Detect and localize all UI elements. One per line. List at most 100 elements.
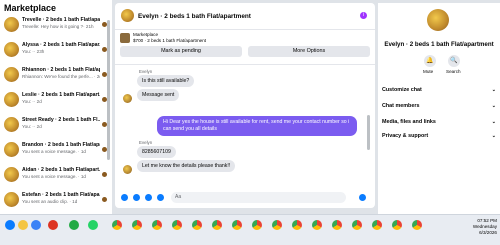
conversation-name: Aidan · 2 beds 1 bath Flat/apart... [22,167,100,173]
chrome-icon[interactable] [192,220,202,230]
listing-price: $700 · 2 beds 1 bath Flat/apartment [133,38,207,43]
message-input[interactable]: Aa [171,192,346,203]
chrome-icon[interactable] [132,220,142,230]
taskbar: 07:52 PM Wednesday 6/3/2026 [0,214,500,245]
section-media-files-links[interactable]: Media, files and links ⌄ [382,119,496,125]
chrome-icon[interactable] [172,220,182,230]
mark-as-pending-button[interactable]: Mark as pending [120,46,242,57]
chrome-icon[interactable] [232,220,242,230]
conversation-name: Street Ready · 2 beds 1 bath Fl... [22,117,100,123]
avatar [4,42,19,57]
listing-thumbnail[interactable] [120,33,130,43]
clock-date: 6/3/2026 [479,230,497,235]
avatar [4,67,19,82]
sender-name: Evelyn [139,69,153,74]
search-icon[interactable]: 🔍 [448,55,460,67]
conversation-item[interactable]: Leslie · 2 beds 1 bath Flat/apart... You:… [2,91,108,113]
incoming-message: Message sent [137,89,180,101]
conversation-preview: Rhiannon: We've found the perfe... · 2d [22,74,100,79]
chrome-icon[interactable] [372,220,382,230]
conversation-item[interactable]: Brandon · 2 beds 1 bath Flat/apar... You … [2,141,108,163]
more-options-button[interactable]: More Options [248,46,370,57]
listing-source: Marketplace [133,32,159,37]
conversation-preview: You: ·· 2d [22,124,42,129]
avatar [4,117,19,132]
conversation-preview: You sent a voice message. · 1d [22,149,86,154]
conversation-name: Trevelle · 2 beds 1 bath Flat/apar... [22,17,100,23]
thumbs-up-icon[interactable] [359,194,366,201]
chrome-icon[interactable] [312,220,322,230]
avatar [4,17,19,32]
conversation-preview: You sent a voice message. · 1d [22,174,86,179]
file-explorer-icon[interactable] [18,220,28,230]
chrome-icon[interactable] [392,220,402,230]
avatar [4,167,19,182]
info-icon[interactable]: i [360,12,367,19]
bell-icon[interactable]: 🔔 [424,55,436,67]
chat-scrollbar[interactable] [367,115,370,150]
marketplace-title: Marketplace [4,3,57,13]
whatsapp-icon[interactable] [88,220,98,230]
chrome-icon[interactable] [212,220,222,230]
chrome-icon[interactable] [292,220,302,230]
conversation-item[interactable]: Alyssa · 2 beds 1 bath Flat/apar... You: … [2,41,108,63]
incoming-message: Let me know the details please thank!! [137,160,236,172]
chrome-icon[interactable] [352,220,362,230]
conversation-item[interactable]: Trevelle · 2 beds 1 bath Flat/apar... Tre… [2,16,108,38]
chevron-down-icon: ⌄ [491,103,496,109]
system-tray[interactable]: 07:52 PM Wednesday 6/3/2026 [473,218,497,236]
incoming-message: Is this still available? [137,75,195,87]
marketplace-sidebar: Marketplace Trevelle · 2 beds 1 bath Fla… [0,0,112,214]
plus-icon[interactable] [121,194,128,201]
read-receipt-avatar [102,197,107,202]
conversation-name: Leslie · 2 beds 1 bath Flat/apart... [22,92,100,98]
section-label: Privacy & support [382,133,429,139]
chrome-icon[interactable] [412,220,422,230]
conversation-item[interactable]: Street Ready · 2 beds 1 bath Fl... You: ·… [2,116,108,138]
chrome-icon[interactable] [252,220,262,230]
chat-header: Evelyn · 2 beds 1 bath Flat/apartment i [115,3,375,30]
chrome-icon[interactable] [112,220,122,230]
section-label: Media, files and links [382,119,436,125]
conversation-item[interactable]: Aidan · 2 beds 1 bath Flat/apart... You s… [2,166,108,188]
conversation-item[interactable]: Rhiannon · 2 beds 1 bath Flat/apar...Rhi… [2,66,108,88]
chevron-down-icon: ⌄ [491,119,496,125]
chat-panel: Evelyn · 2 beds 1 bath Flat/apartment i … [115,3,375,208]
read-receipt-avatar [102,172,107,177]
avatar [123,165,132,174]
app-icon[interactable] [48,220,58,230]
sticker-icon[interactable] [157,194,164,201]
app-icon[interactable] [69,220,79,230]
image-icon[interactable] [145,194,152,201]
avatar [4,192,19,207]
message-composer: Aa [115,189,375,208]
chevron-down-icon: ⌄ [491,87,496,93]
avatar [123,94,132,103]
conversation-name: Alyssa · 2 beds 1 bath Flat/apar... [22,42,100,48]
search-label: Search [446,69,461,74]
avatar[interactable] [121,9,134,22]
info-title: Evelyn · 2 beds 1 bath Flat/apartment [384,41,494,48]
microphone-icon[interactable] [133,194,140,201]
mute-label: Mute [423,69,434,74]
chat-info-panel: Evelyn · 2 beds 1 bath Flat/apartment 🔔 … [378,3,500,214]
section-customize-chat[interactable]: Customize chat ⌄ [382,87,496,93]
start-icon[interactable] [5,220,15,230]
chrome-icon[interactable] [152,220,162,230]
avatar[interactable] [427,9,449,31]
chrome-icon[interactable] [332,220,342,230]
conversation-preview: You sent an audio clip. · 1d [22,199,78,204]
sidebar-scrollbar[interactable] [107,20,110,160]
store-icon[interactable] [31,220,41,230]
chat-title[interactable]: Evelyn · 2 beds 1 bath Flat/apartment [138,13,251,20]
avatar [4,92,19,107]
avatar [4,142,19,157]
section-privacy-support[interactable]: Privacy & support ⌄ [382,133,496,139]
conversation-name: Brandon · 2 beds 1 bath Flat/apar... [22,142,100,148]
outgoing-message: Hi Dear yes the house is still available… [157,116,357,136]
chrome-icon[interactable] [272,220,282,230]
conversation-item[interactable]: Estefan · 2 beds 1 bath Flat/apa... You s… [2,191,108,213]
section-label: Customize chat [382,87,422,93]
section-chat-members[interactable]: Chat members ⌄ [382,103,496,109]
emoji-icon[interactable] [337,194,344,201]
